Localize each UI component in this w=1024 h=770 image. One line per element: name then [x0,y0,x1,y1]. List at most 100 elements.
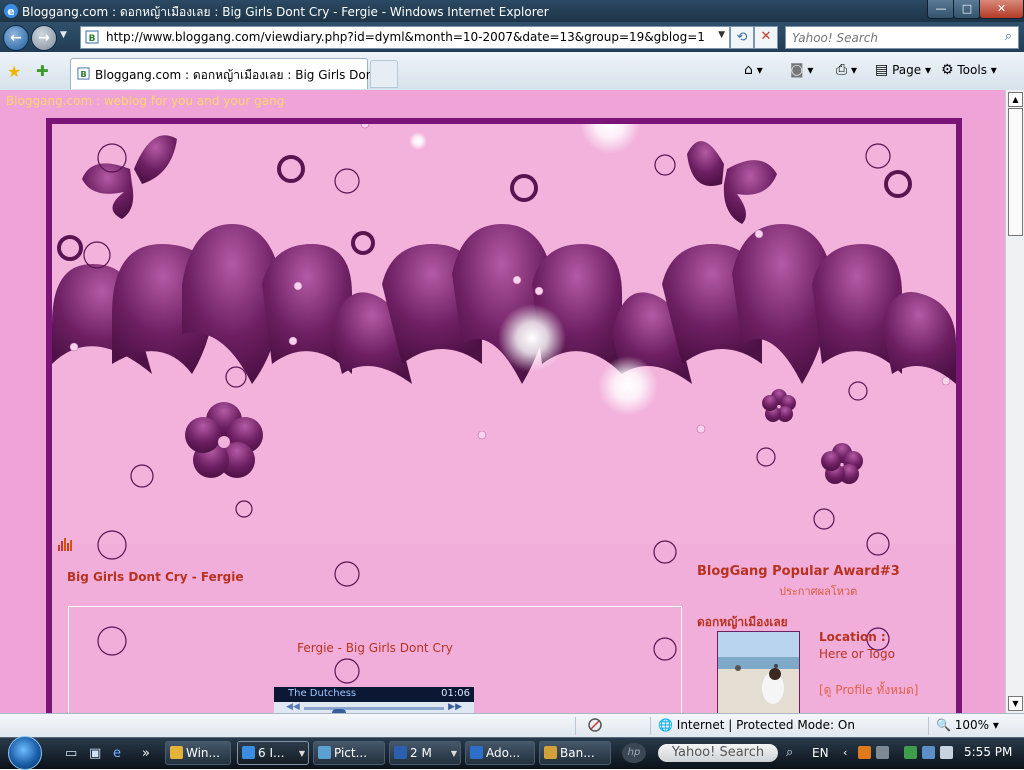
taskbar-button[interactable]: 2 M ▼ [389,741,461,765]
tools-menu-label: Tools [957,63,987,77]
taskbar-button[interactable]: Win... [165,741,231,765]
award-title[interactable]: BlogGang Popular Award#3 [697,564,900,579]
banner-icon [544,746,557,759]
tab-label: Bloggang.com : ดอกหญ้าเมืองเลย : Big Gir… [95,68,394,82]
tray-volume-icon[interactable] [940,746,953,759]
security-zone[interactable]: 🌐 Internet | Protected Mode: On [658,718,855,732]
search-input[interactable] [790,29,994,47]
taskbar-button-label: 2 M [410,746,432,760]
taskbar-button[interactable]: 6 I... ▼ [237,741,309,765]
scroll-down-icon[interactable]: ▼ [1008,696,1023,711]
ie-icon [242,746,255,759]
taskbar-button-label: Ban... [560,746,595,760]
page-menu-label: Page [892,63,922,77]
maximize-button[interactable]: □ [953,0,981,19]
add-favorites-icon[interactable]: ✚ [36,62,49,80]
scroll-thumb[interactable] [1008,108,1023,236]
language-indicator[interactable]: EN [812,746,829,760]
hp-icon: hp [622,743,646,763]
song-title: Fergie - Big Girls Dont Cry [297,641,453,655]
player-controls: ◀◀ ▶▶ [274,702,474,713]
forward-button[interactable]: → [31,25,57,51]
quicklaunch-more-icon[interactable]: » [142,746,150,761]
post-content-box: Fergie - Big Girls Dont Cry The Dutchess… [68,606,682,713]
navigation-bar: ← → ▼ B http://www.bloggang.com/viewdiar… [0,22,1024,52]
taskbar-button[interactable]: Pict... [313,741,385,765]
tray-network-icon[interactable] [922,746,935,759]
taskbar-search-icon[interactable]: ⌕ [786,745,793,760]
glow-3 [498,304,566,372]
search-icon[interactable]: ⌕ [1005,29,1012,44]
scroll-up-icon[interactable]: ▲ [1008,92,1023,107]
svg-text:B: B [89,34,96,44]
close-button[interactable]: ✕ [979,0,1024,19]
taskbar-button-label: Pict... [334,746,368,760]
glow-2 [409,132,427,150]
svg-text:B: B [80,69,86,79]
status-divider [928,717,929,735]
picture-icon [318,746,331,759]
taskbar-search-box[interactable]: Yahoo! Search [658,744,778,762]
avatar-photo [718,632,799,713]
group-dropdown-icon[interactable]: ▼ [299,742,305,764]
tab-bloggang[interactable]: B Bloggang.com : ดอกหญ้าเมืองเลย : Big G… [70,58,393,89]
window-title: Bloggang.com : ดอกหญ้าเมืองเลย : Big Gir… [22,5,549,19]
forward-icon[interactable]: ▶▶ [448,702,462,712]
clock[interactable]: 5:55 PM [964,745,1012,759]
site-link[interactable]: Bloggang.com : weblog for you and your g… [6,94,284,108]
taskbar-button[interactable]: Ban... [539,741,611,765]
glow-4 [598,356,658,416]
zoom-icon: 🔍 [936,718,951,732]
tray-power-icon[interactable] [904,746,917,759]
taskbar-button[interactable]: Ado... [465,741,535,765]
back-button[interactable]: ← [3,25,29,51]
tray-app-icon[interactable] [858,746,871,759]
svg-text:e: e [7,5,14,18]
vertical-scrollbar[interactable]: ▲ ▼ [1005,90,1024,713]
switch-windows-icon[interactable]: ▣ [89,746,101,761]
award-subtitle[interactable]: ประกาศผลโหวต [779,582,857,600]
player-time: 01:06 [441,688,470,699]
taskbar-button-label: Win... [186,746,220,760]
avatar[interactable] [717,631,800,713]
seek-bar[interactable] [304,707,444,713]
tab-bar: ★ ✚ B Bloggang.com : ดอกหญ้าเมืองเลย : B… [0,52,1024,91]
ie-quicklaunch-icon[interactable]: e [113,746,121,761]
status-divider [575,717,576,735]
favorites-star-icon[interactable]: ★ [7,62,21,81]
home-icon[interactable]: ⌂ ▾ [744,62,763,78]
protected-mode-icon[interactable] [587,717,603,733]
taskbar-button-label: Ado... [486,746,521,760]
blog-name: ดอกหญ้าเมืองเลย [697,615,788,629]
taskbar: ▭ ▣ e » Win... 6 I... ▼ Pict... 2 M ▼ Ado... Ba… [0,736,1024,770]
media-player[interactable]: The Dutchess 01:06 ◀◀ ▶▶ [274,687,474,713]
history-dropdown-icon[interactable]: ▼ [60,30,67,40]
new-tab-button[interactable] [370,60,398,88]
globe-icon: 🌐 [658,718,673,732]
tools-gear-icon: ⚙ [941,62,954,78]
rewind-icon[interactable]: ◀◀ [286,702,300,712]
print-icon[interactable]: ⎙ ▾ [836,62,857,78]
address-bar[interactable]: B http://www.bloggang.com/viewdiary.php?… [80,26,730,49]
page-viewport: Bloggang.com : weblog for you and your g… [0,90,1005,713]
show-desktop-icon[interactable]: ▭ [65,746,77,761]
group-dropdown-icon[interactable]: ▼ [451,742,457,764]
tray-expand-icon[interactable]: ‹ [843,746,847,759]
stop-button[interactable]: ✕ [754,26,778,49]
adobe-icon [470,746,483,759]
refresh-button[interactable]: ⟲ [730,26,754,49]
page-menu[interactable]: ▤ Page ▾ [875,62,931,78]
address-dropdown-icon[interactable]: ▼ [718,30,725,40]
floral-banner [52,124,956,544]
zoom-control[interactable]: 🔍 100% ▾ [936,718,999,732]
tray-user-icon[interactable] [876,746,889,759]
tools-menu[interactable]: ⚙ Tools ▾ [941,62,997,78]
minimize-button[interactable]: — [927,0,955,19]
search-box[interactable]: ⌕ [785,26,1019,49]
start-button[interactable] [8,736,42,770]
zoom-level: 100% [954,718,990,732]
profile-link[interactable]: [ดู Profile ทั้งหมด] [819,681,918,700]
rss-icon[interactable]: ◙ ▾ [790,62,813,78]
url-text[interactable]: http://www.bloggang.com/viewdiary.php?id… [106,30,705,44]
page-favicon-icon: B [77,67,90,80]
